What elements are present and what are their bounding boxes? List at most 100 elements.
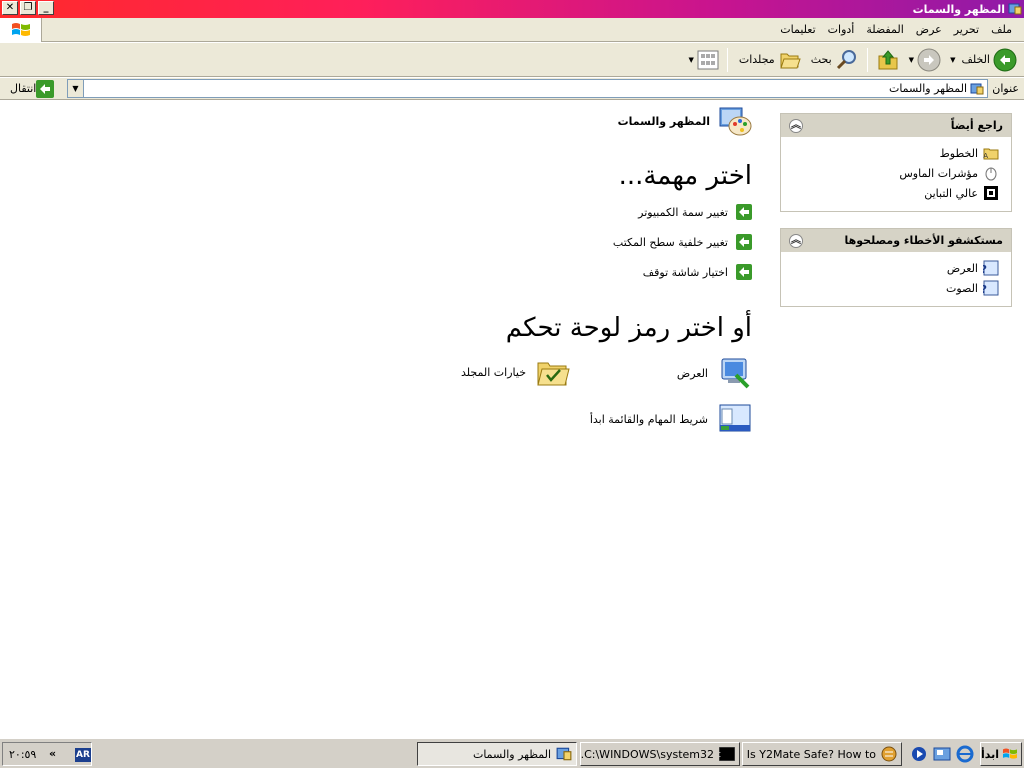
search-button[interactable]: بحث: [805, 46, 862, 74]
back-dropdown-icon[interactable]: ▼: [950, 56, 955, 64]
svg-text:?: ?: [983, 263, 987, 276]
menu-favorites[interactable]: المفضلة: [860, 23, 909, 36]
troubleshooter-sound[interactable]: ? الصوت: [789, 278, 999, 298]
taskbar-item-browser[interactable]: Is Y2Mate Safe? How to ...: [742, 742, 902, 766]
troubleshooter-display-label: العرض: [946, 261, 978, 275]
folders-label: مجلدات: [738, 53, 775, 66]
views-dropdown-icon[interactable]: ▼: [688, 56, 693, 64]
pick-icon-heading: أو اختر رمز لوحة تحكم: [505, 313, 752, 343]
pick-task-heading: اختر مهمة...: [618, 161, 752, 191]
taskbar-item-appearance-label: المظهر والسمات: [472, 747, 551, 761]
forward-button[interactable]: ▼: [903, 46, 944, 74]
task-arrow-icon: [736, 264, 752, 280]
minimize-button[interactable]: _: [38, 1, 54, 15]
folders-icon: [780, 53, 801, 68]
address-dropdown-icon[interactable]: ▼: [67, 79, 84, 98]
svg-text:C:\: C:\: [719, 751, 721, 759]
menu-file[interactable]: ملف: [985, 23, 1018, 36]
window-title: المظهر والسمات: [912, 2, 1005, 16]
address-input[interactable]: المظهر والسمات: [67, 79, 988, 98]
start-button[interactable]: ابدأ: [980, 742, 1022, 766]
go-label: انتقال: [10, 82, 37, 95]
browser-icon: [881, 746, 897, 762]
task-change-theme-label: تغيير سمة الكمبيوتر: [638, 205, 728, 219]
search-label: بحث: [810, 53, 832, 66]
task-screensaver-label: اختيار شاشة توقف: [642, 265, 728, 279]
task-change-theme[interactable]: تغيير سمة الكمبيوتر: [638, 204, 752, 220]
task-change-background-label: تغيير خلفية سطح المكتب: [612, 235, 728, 249]
title-bar[interactable]: المظهر والسمات ✕ ❐ _: [0, 0, 1024, 18]
cp-taskbar-label: شريط المهام والقائمة ابدأ: [589, 412, 708, 426]
address-value: المظهر والسمات: [888, 82, 967, 95]
category-header: المظهر والسمات: [618, 104, 752, 138]
task-change-background[interactable]: تغيير خلفية سطح المكتب: [613, 234, 752, 250]
troubleshooters-header[interactable]: مستكشفو الأخطاء ومصلحوها ︽: [781, 229, 1011, 252]
windows-logo-icon: [0, 18, 42, 42]
show-desktop-icon[interactable]: [933, 745, 951, 763]
collapse-chevron-icon[interactable]: ︽: [789, 233, 803, 248]
troubleshooters-title: مستكشفو الأخطاء ومصلحوها: [844, 234, 1003, 247]
show-hidden-icons-icon[interactable]: «: [49, 747, 56, 760]
control-panel-icon: [1008, 2, 1022, 16]
appearance-themes-icon: [719, 107, 752, 136]
folder-up-icon: [878, 49, 898, 69]
toolbar: الخلف ▼ ▼ بحث مجلدات ▼: [0, 43, 1024, 77]
fonts-folder-icon: A: [983, 148, 999, 160]
svg-text:?: ?: [983, 283, 987, 296]
cp-taskbar-start-menu[interactable]: شريط المهام والقائمة ابدأ: [590, 403, 752, 435]
back-label: الخلف: [961, 53, 990, 66]
command-prompt-icon: C:\: [719, 747, 735, 761]
forward-arrow-icon: [917, 48, 941, 71]
windows-logo-icon: [1003, 748, 1018, 759]
cp-display-label: العرض: [676, 366, 708, 380]
cp-display[interactable]: العرض: [677, 357, 752, 389]
task-arrow-icon: [736, 234, 752, 250]
views-icon: [697, 50, 719, 69]
toolbar-separator: [866, 47, 868, 72]
troubleshooters-panel: مستكشفو الأخطاء ومصلحوها ︽ ? العرض ? الص…: [780, 228, 1012, 307]
up-button[interactable]: [873, 46, 903, 74]
task-arrow-icon: [736, 204, 752, 220]
see-also-header[interactable]: راجع أيضاً ︽: [781, 114, 1011, 137]
high-contrast-icon: [984, 186, 998, 200]
see-also-mouse-pointers[interactable]: مؤشرات الماوس: [789, 163, 999, 183]
media-player-icon[interactable]: [910, 745, 928, 763]
cp-folder-options-label: خيارات المجلد: [461, 365, 526, 379]
menu-edit[interactable]: تحرير: [948, 23, 985, 36]
taskbar-item-cmd[interactable]: C:\ C:\WINDOWS\system32...: [580, 742, 740, 766]
forward-dropdown-icon[interactable]: ▼: [909, 56, 914, 64]
see-also-high-contrast[interactable]: عالي التباين: [789, 183, 999, 203]
address-bar: عنوان المظهر والسمات ▼ انتقال: [0, 78, 1024, 100]
collapse-chevron-icon[interactable]: ︽: [789, 118, 803, 133]
go-button[interactable]: انتقال: [6, 79, 55, 98]
clock[interactable]: ٢٠:٥٩: [9, 748, 36, 761]
see-also-mouse-label: مؤشرات الماوس: [899, 166, 978, 180]
see-also-title: راجع أيضاً: [950, 119, 1003, 132]
menu-view[interactable]: عرض: [910, 23, 948, 36]
internet-explorer-icon[interactable]: [956, 745, 974, 763]
folder-options-icon: [537, 362, 570, 386]
menu-help[interactable]: تعليمات: [774, 23, 821, 36]
taskbar-item-cmd-label: C:\WINDOWS\system32...: [580, 747, 714, 761]
svg-text:A: A: [983, 152, 988, 160]
task-choose-screensaver[interactable]: اختيار شاشة توقف: [643, 264, 752, 280]
help-icon: ?: [983, 280, 999, 296]
back-button[interactable]: الخلف ▼: [944, 46, 1020, 74]
search-icon: [836, 49, 856, 69]
language-indicator[interactable]: AR: [75, 748, 91, 762]
menu-tools[interactable]: أدوات: [822, 23, 861, 36]
close-button[interactable]: ✕: [2, 1, 18, 15]
see-also-fonts-label: الخطوط: [939, 146, 978, 160]
taskbar-item-appearance[interactable]: المظهر والسمات: [417, 742, 577, 766]
cp-folder-options[interactable]: خيارات المجلد: [461, 357, 570, 387]
control-panel-icon: [970, 83, 984, 94]
restore-button[interactable]: ❐: [20, 1, 36, 15]
troubleshooter-display[interactable]: ? العرض: [789, 258, 999, 278]
display-icon: [721, 358, 750, 389]
views-button[interactable]: ▼: [682, 46, 721, 74]
troubleshooter-sound-label: الصوت: [946, 281, 978, 295]
control-panel-icon: [556, 747, 572, 761]
system-tray: ٢٠:٥٩ « AR: [2, 742, 92, 766]
see-also-fonts[interactable]: A الخطوط: [789, 143, 999, 163]
folders-button[interactable]: مجلدات: [733, 46, 805, 74]
